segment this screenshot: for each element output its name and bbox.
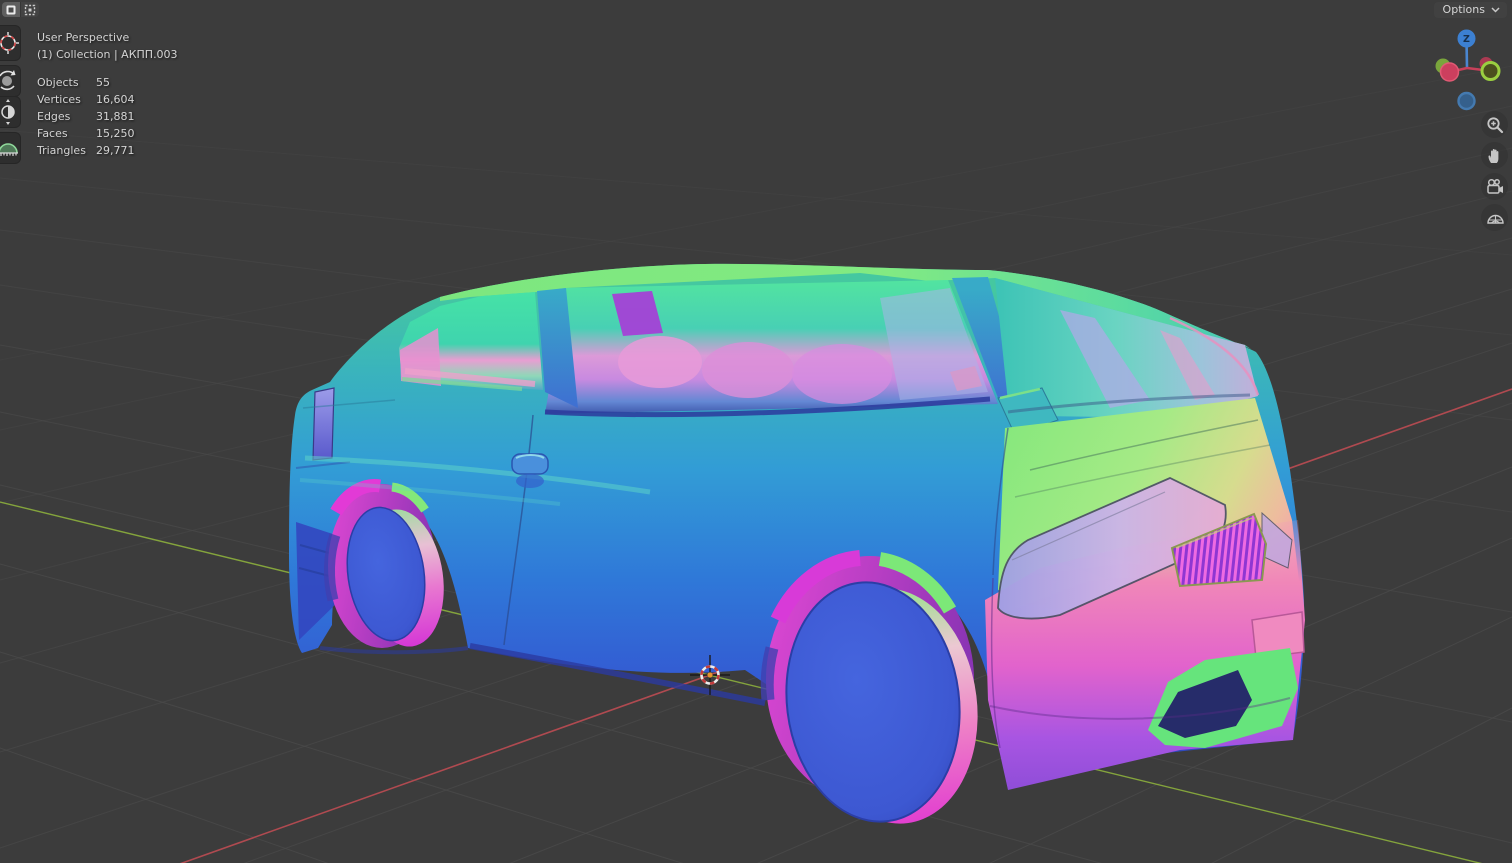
stat-row: Edges 31,881 [37,110,135,123]
stat-row: Vertices 16,604 [37,93,135,106]
toolbar-cursor-tool[interactable] [0,26,20,60]
view-mode-label: User Perspective [37,31,130,44]
viewport-nav-buttons [1481,111,1508,231]
transform-tool-icon [1,99,15,125]
gizmo-z-neg[interactable] [1457,91,1476,111]
pan-hand-icon [1488,148,1498,163]
gizmo-x-pos[interactable] [1439,62,1460,82]
viewport-canvas[interactable] [0,0,1512,863]
blender-3d-viewport[interactable]: Options User Perspective (1) Collection … [0,0,1512,863]
measure-tool-icon [0,143,18,156]
zoom-icon [1486,116,1503,133]
cursor-tool-icon [0,32,19,54]
car-model [289,263,1305,824]
chevron-down-icon [1491,6,1500,13]
viewport-overlay-text: User Perspective (1) Collection | АКПП.0… [37,29,178,159]
pan-button[interactable] [1481,142,1508,169]
toolbar-transform-tool[interactable] [0,97,20,127]
stat-row: Objects 55 [37,76,110,89]
navigation-gizmo[interactable]: Z [1425,25,1512,115]
camera-view-button[interactable] [1481,173,1508,200]
select-mode-group[interactable] [2,2,39,17]
projection-toggle-button[interactable] [1481,204,1508,231]
taillight [312,387,335,461]
zoom-button[interactable] [1481,111,1508,138]
stat-row: Triangles 29,771 [37,144,135,157]
toolbar-measure-tool[interactable] [0,133,20,163]
gizmo-y-pos[interactable] [1480,61,1501,81]
options-label: Options [1442,3,1485,16]
stat-row: Faces 15,250 [37,127,135,140]
collection-breadcrumb: (1) Collection | АКПП.003 [37,48,178,61]
toolbar-rotate-tool[interactable] [0,66,20,96]
select-box-extend-icon[interactable] [20,2,39,17]
gizmo-z-label: Z [1463,34,1470,45]
camera-view-icon [1486,178,1503,194]
options-button[interactable]: Options [1433,2,1507,18]
select-box-set-icon[interactable] [2,2,20,17]
rotate-tool-icon [0,70,16,91]
projection-icon [1486,214,1504,224]
